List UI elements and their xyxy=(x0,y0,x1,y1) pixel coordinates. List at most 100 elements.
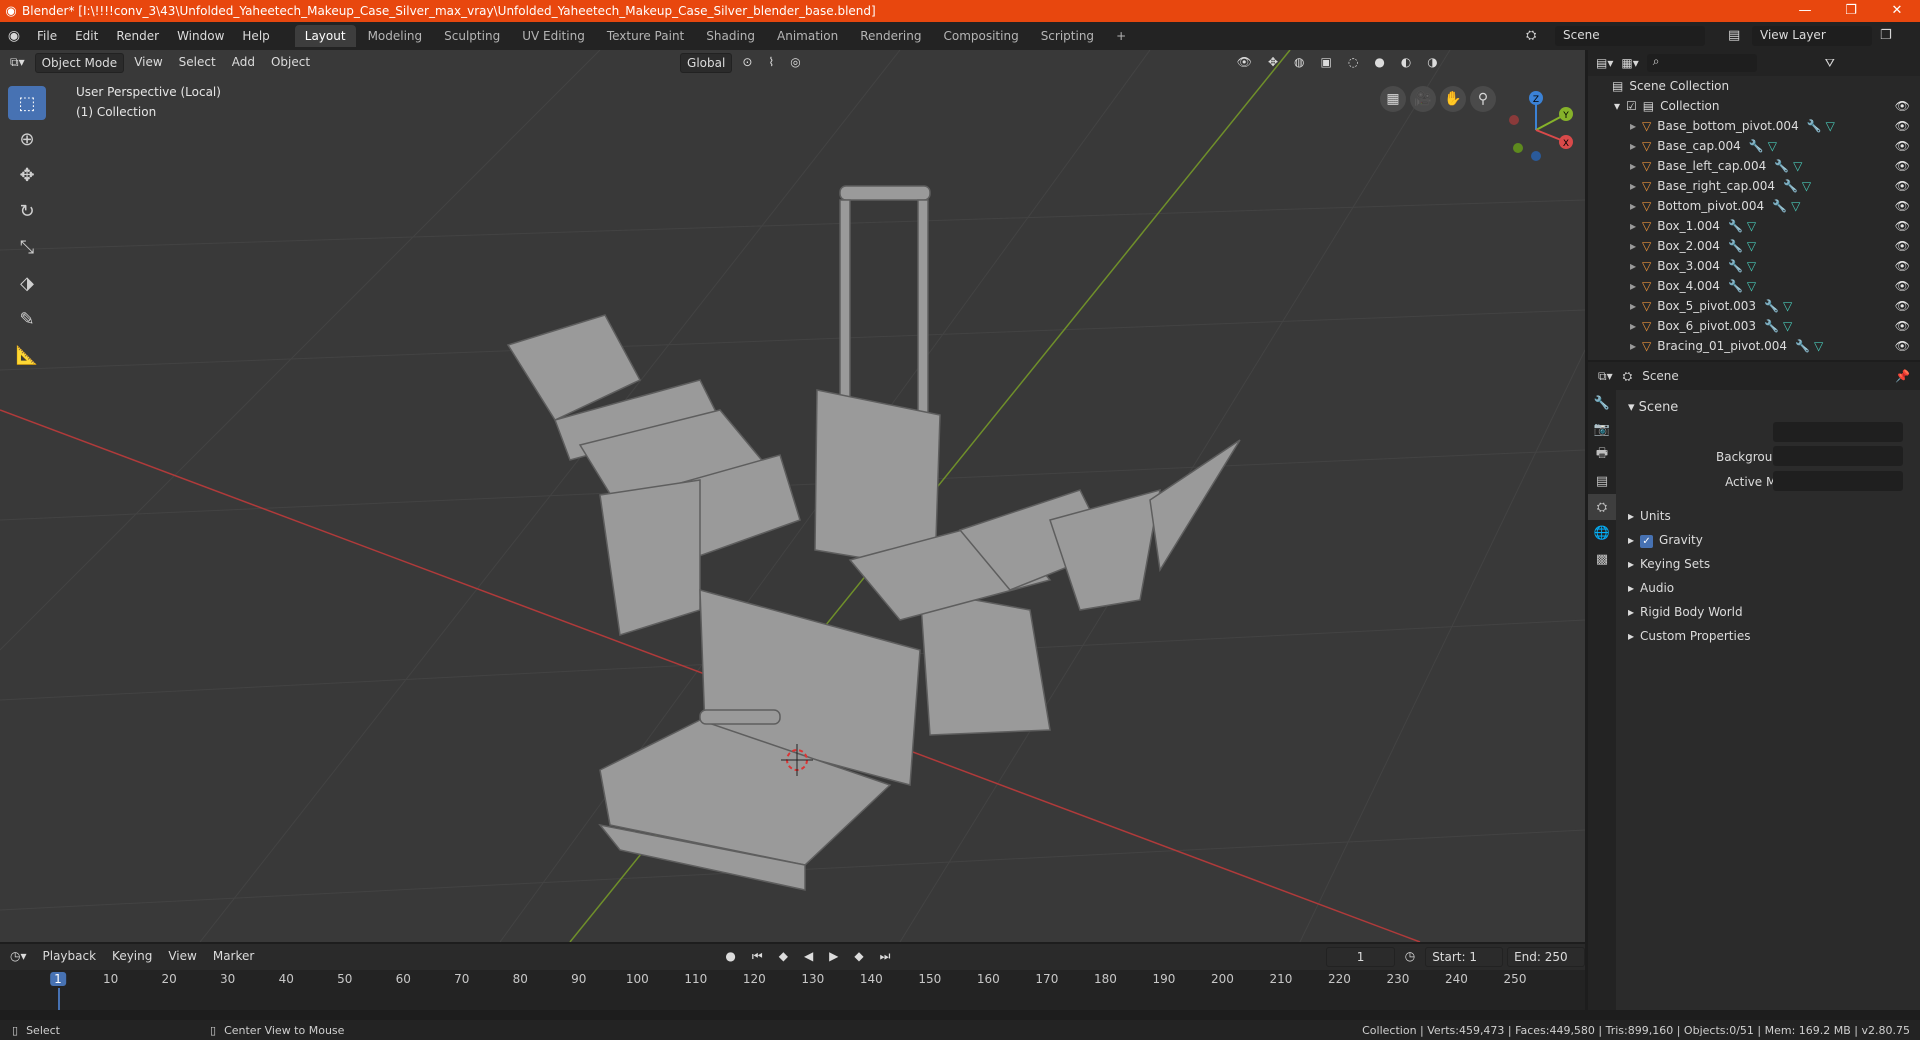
scale-tool-icon[interactable]: ⤡ xyxy=(8,230,46,264)
visibility-eye-icon[interactable]: 👁 xyxy=(1895,219,1910,233)
outliner-item[interactable]: ▸ ▽ Base_bottom_pivot.004 🔧 ▽ 👁 xyxy=(1588,116,1920,136)
outliner-item[interactable]: ▸ ▽ Box_1.004 🔧 ▽ 👁 xyxy=(1588,216,1920,236)
outliner-item[interactable]: ▸ ▽ Base_right_cap.004 🔧 ▽ 👁 xyxy=(1588,176,1920,196)
tab-animation[interactable]: Animation xyxy=(767,25,848,47)
expand-arrow-icon[interactable]: ▸ xyxy=(1630,199,1636,213)
tab-compositing[interactable]: Compositing xyxy=(933,25,1028,47)
rotate-tool-icon[interactable]: ↻ xyxy=(8,194,46,228)
properties-type-icon[interactable]: ⧉▾ xyxy=(1598,369,1613,384)
close-button[interactable]: ✕ xyxy=(1874,0,1920,22)
checkbox-icon[interactable]: ☑ xyxy=(1626,99,1637,113)
select-box-tool-icon[interactable]: ⬚ xyxy=(8,86,46,120)
modifier-wrench-icon[interactable]: 🔧 xyxy=(1728,259,1743,273)
outliner-collection[interactable]: ▾ ☑ ▤ Collection 👁 xyxy=(1588,96,1920,116)
output-tab-icon[interactable]: 🖶 xyxy=(1588,442,1616,468)
collapse-arrow-icon[interactable]: ▸ xyxy=(1628,629,1634,643)
mesh-data-icon[interactable]: ▽ xyxy=(1814,339,1823,353)
expand-arrow-icon[interactable]: ▸ xyxy=(1630,259,1636,273)
outliner-item[interactable]: ▸ ▽ Box_5_pivot.003 🔧 ▽ 👁 xyxy=(1588,296,1920,316)
play-reverse-icon[interactable]: ◀ xyxy=(798,947,819,967)
view-layer-tab-icon[interactable]: ▤ xyxy=(1588,468,1616,494)
maximize-button[interactable]: ❐ xyxy=(1828,0,1874,22)
tab-texture-paint[interactable]: Texture Paint xyxy=(597,25,694,47)
navigation-gizmo[interactable]: Z Y X xyxy=(1500,86,1580,166)
solid-shading-icon[interactable]: ● xyxy=(1368,53,1390,73)
outliner-scene-collection[interactable]: ▤ Scene Collection xyxy=(1588,76,1920,96)
annotate-tool-icon[interactable]: ✎ xyxy=(8,302,46,336)
properties-section[interactable]: ▸ Audio xyxy=(1628,581,1674,595)
current-frame-field[interactable]: 1 xyxy=(1326,947,1395,967)
mesh-data-icon[interactable]: ▽ xyxy=(1783,299,1792,313)
menu-select[interactable]: Select xyxy=(173,53,222,73)
transform-tool-icon[interactable]: ⬗ xyxy=(8,266,46,300)
expand-arrow-icon[interactable]: ▸ xyxy=(1630,239,1636,253)
visibility-eye-icon[interactable]: 👁 xyxy=(1895,259,1910,273)
scene-panel-title[interactable]: ▾ Scene xyxy=(1628,400,1678,415)
mesh-data-icon[interactable]: ▽ xyxy=(1747,219,1756,233)
end-frame-field[interactable]: End: 250 xyxy=(1507,947,1585,967)
frame-ruler[interactable]: 1 10 20 30 40 50 60 70 80 90 100 110 120 130 140 150 160… xyxy=(0,970,1585,1010)
collapse-arrow-icon[interactable]: ▸ xyxy=(1628,509,1634,523)
pivot-icon[interactable]: ⊙ xyxy=(736,53,758,73)
visibility-eye-icon[interactable]: 👁 xyxy=(1895,299,1910,313)
mesh-data-icon[interactable]: ▽ xyxy=(1747,279,1756,293)
mesh-data-icon[interactable]: ▽ xyxy=(1768,139,1777,153)
expand-arrow-icon[interactable]: ▸ xyxy=(1630,139,1636,153)
minimize-button[interactable]: — xyxy=(1782,0,1828,22)
modifier-wrench-icon[interactable]: 🔧 xyxy=(1795,339,1810,353)
view-layer-field[interactable]: View Layer xyxy=(1752,26,1872,46)
expand-arrow-icon[interactable]: ▸ xyxy=(1630,339,1636,353)
menu-marker[interactable]: Marker xyxy=(207,947,260,967)
outliner-search-input[interactable]: ⌕ xyxy=(1646,54,1757,72)
record-button[interactable]: ● xyxy=(719,947,741,967)
playhead-line[interactable] xyxy=(58,988,60,1010)
grid-view-icon[interactable]: ▦ xyxy=(1380,86,1406,112)
modifier-wrench-icon[interactable]: 🔧 xyxy=(1728,279,1743,293)
gizmo-toggle-icon[interactable]: ✥ xyxy=(1262,53,1284,73)
tab-scripting[interactable]: Scripting xyxy=(1031,25,1104,47)
tab-modeling[interactable]: Modeling xyxy=(358,25,433,47)
visibility-eye-icon[interactable]: 👁 xyxy=(1895,279,1910,293)
visibility-eye-icon[interactable]: 👁 xyxy=(1895,159,1910,173)
visibility-eye-icon[interactable]: 👁 xyxy=(1895,99,1910,113)
menu-add[interactable]: Add xyxy=(226,53,261,73)
render-tab-icon[interactable]: 📷 xyxy=(1588,416,1616,442)
menu-view[interactable]: View xyxy=(128,53,168,73)
visibility-eye-icon[interactable]: 👁 xyxy=(1895,339,1910,353)
start-frame-field[interactable]: Start: 1 xyxy=(1425,947,1504,967)
tab-uv-editing[interactable]: UV Editing xyxy=(512,25,595,47)
visibility-eye-icon[interactable]: 👁 xyxy=(1895,179,1910,193)
cursor-tool-icon[interactable]: ⊕ xyxy=(8,122,46,156)
timeline-editor-icon[interactable]: ◷▾ xyxy=(4,947,33,967)
tab-layout[interactable]: Layout xyxy=(294,25,356,47)
properties-section[interactable]: ▸ Custom Properties xyxy=(1628,629,1750,643)
gravity-checkbox[interactable]: ✓ xyxy=(1640,535,1654,548)
modifier-wrench-icon[interactable]: 🔧 xyxy=(1774,159,1789,173)
outliner-item[interactable]: ▸ ▽ Base_left_cap.004 🔧 ▽ 👁 xyxy=(1588,156,1920,176)
prev-keyframe-icon[interactable]: ◆ xyxy=(773,947,794,967)
measure-tool-icon[interactable]: 📐 xyxy=(8,338,46,372)
move-tool-icon[interactable]: ✥ xyxy=(8,158,46,192)
expand-arrow-icon[interactable]: ▾ xyxy=(1614,99,1620,113)
pan-hand-icon[interactable]: ✋ xyxy=(1440,86,1466,112)
menu-help[interactable]: Help xyxy=(233,29,278,43)
zoom-icon[interactable]: ⚲ xyxy=(1470,86,1496,112)
menu-keying[interactable]: Keying xyxy=(106,947,158,967)
new-view-layer-icon[interactable]: ❐ xyxy=(1880,28,1892,43)
modifier-wrench-icon[interactable]: 🔧 xyxy=(1783,179,1798,193)
viewport-canvas[interactable] xyxy=(0,50,1585,942)
collapse-arrow-icon[interactable]: ▸ xyxy=(1628,533,1634,547)
mesh-data-icon[interactable]: ▽ xyxy=(1802,179,1811,193)
modifier-wrench-icon[interactable]: 🔧 xyxy=(1749,139,1764,153)
scene-field[interactable]: Scene xyxy=(1555,26,1705,46)
visibility-eye-icon[interactable]: 👁 xyxy=(1895,139,1910,153)
editor-type-icon[interactable]: ⧉▾ xyxy=(4,53,31,73)
mesh-data-icon[interactable]: ▽ xyxy=(1783,319,1792,333)
view-layer-icon[interactable]: ▤ xyxy=(1728,28,1740,43)
jump-end-icon[interactable]: ⏭ xyxy=(874,947,897,967)
expand-arrow-icon[interactable]: ▸ xyxy=(1630,279,1636,293)
scene-tab-icon[interactable]: ⛭ xyxy=(1588,494,1616,520)
menu-playback[interactable]: Playback xyxy=(37,947,103,967)
visibility-eye-icon[interactable]: 👁 xyxy=(1895,119,1910,133)
modifier-wrench-icon[interactable]: 🔧 xyxy=(1764,299,1779,313)
